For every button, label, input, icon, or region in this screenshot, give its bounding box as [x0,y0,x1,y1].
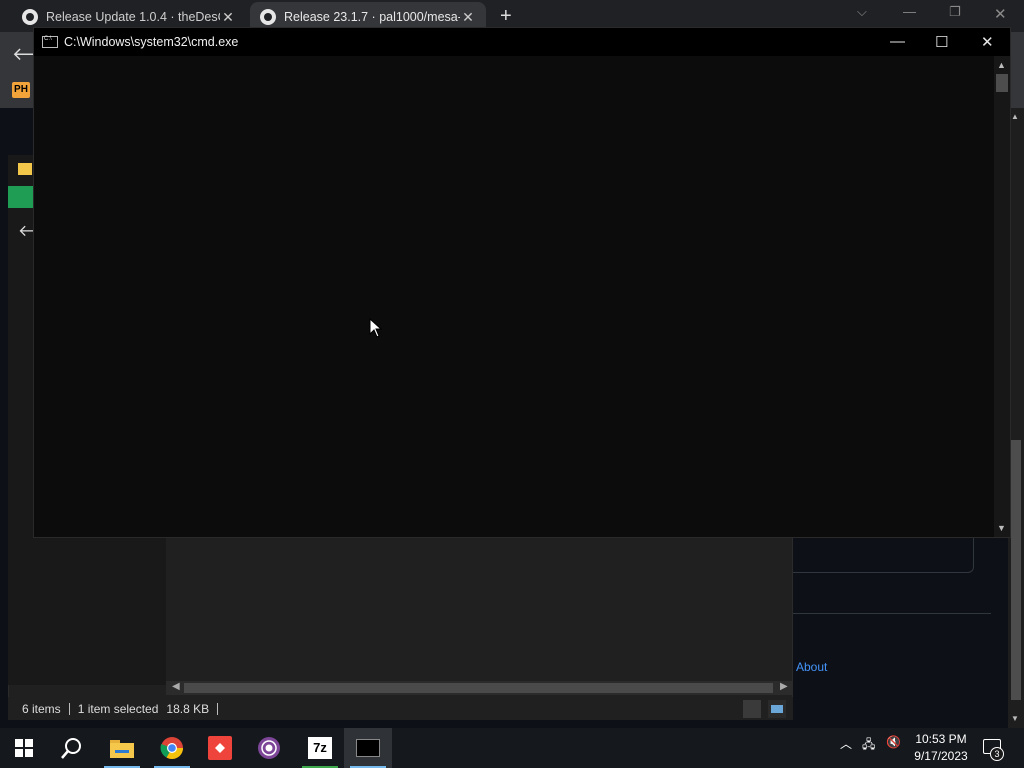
cmd-scrollbar-thumb[interactable] [996,74,1008,92]
volume-muted-icon[interactable]: 🔇 [886,735,901,749]
scroll-down-arrow-icon[interactable]: ▼ [997,523,1006,533]
7zip-icon: 7z [308,737,332,759]
scroll-up-arrow-icon[interactable]: ▲ [1011,112,1019,121]
taskbar-chrome[interactable] [148,728,196,768]
page-scrollbar-thumb[interactable] [1011,440,1021,700]
tor-browser-icon [258,737,280,759]
taskbar-cmd[interactable] [344,728,392,768]
cmd-maximize-button[interactable]: ☐ [935,33,948,51]
restore-icon[interactable]: ❐ [949,4,961,20]
cmd-vertical-scrollbar[interactable] [994,56,1010,537]
anydesk-icon [208,736,232,760]
scroll-right-arrow-icon[interactable]: ▶ [780,681,788,692]
show-hidden-icons-chevron-icon[interactable]: ︿ [840,735,852,752]
status-size: 18.8 KB [166,701,210,716]
github-icon [260,9,276,25]
cmd-minimize-button[interactable]: — [890,33,905,50]
search-icon [61,738,81,759]
scroll-left-arrow-icon[interactable]: ◀ [172,681,180,692]
console-icon [42,36,58,48]
notification-count-badge: 3 [990,747,1004,761]
tab-search-icon[interactable]: ⌵ [857,4,867,20]
details-view-button[interactable] [743,700,761,718]
divider [793,613,991,614]
taskbar-file-explorer[interactable] [98,728,146,768]
folder-icon [18,163,32,175]
close-tab-icon[interactable]: ✕ [220,9,236,26]
scroll-up-arrow-icon[interactable]: ▲ [997,60,1006,70]
extension-badge[interactable]: PH [12,82,30,98]
minimize-icon[interactable]: — [903,4,916,19]
cmd-window-title: C:\Windows\system32\cmd.exe [64,35,239,49]
cmd-close-button[interactable]: ✕ [981,33,994,51]
clock-time: 10:53 PM [915,732,967,746]
chrome-icon [160,737,183,759]
ribbon-tab-file[interactable] [8,186,34,208]
thumbnail-icon [771,705,783,713]
about-link[interactable]: About [796,660,827,674]
status-item-count: 6 items [22,701,61,716]
new-tab-button[interactable]: + [500,6,512,26]
tab-title: Release 23.1.7 · pal1000/mesa-di [284,10,460,24]
close-tab-icon[interactable]: ✕ [460,9,476,26]
cmd-title-bar[interactable]: C:\Windows\system32\cmd.exe [34,28,1010,56]
status-separator [217,702,219,715]
clock-date: 9/17/2023 [914,749,968,763]
close-icon[interactable]: ✕ [994,5,1007,23]
mouse-cursor-icon [369,318,383,338]
status-selection: 1 item selected [77,701,159,716]
github-icon [22,9,38,25]
start-button[interactable] [0,728,48,768]
taskbar-7zip[interactable]: 7z [296,728,344,768]
network-icon[interactable]: 🖧 [862,735,875,756]
system-clock[interactable]: 10:53 PM 9/17/2023 [905,731,977,765]
file-explorer-icon [110,740,134,758]
large-icons-view-button[interactable] [768,700,786,718]
taskbar-anydesk[interactable] [196,728,244,768]
scroll-down-arrow-icon[interactable]: ▼ [1011,714,1019,723]
cmd-console-output[interactable] [34,56,994,537]
taskbar-tor-browser[interactable] [245,728,293,768]
explorer-status-bar: 6 items 1 item selected 18.8 KB [8,697,793,720]
cmd-icon [356,739,380,757]
windows-start-icon [15,739,33,757]
github-card [793,537,974,573]
horizontal-scrollbar-thumb[interactable] [184,683,773,693]
tab-title: Release Update 1.0.4 · theDesCor [46,10,220,24]
search-button[interactable] [48,728,96,768]
